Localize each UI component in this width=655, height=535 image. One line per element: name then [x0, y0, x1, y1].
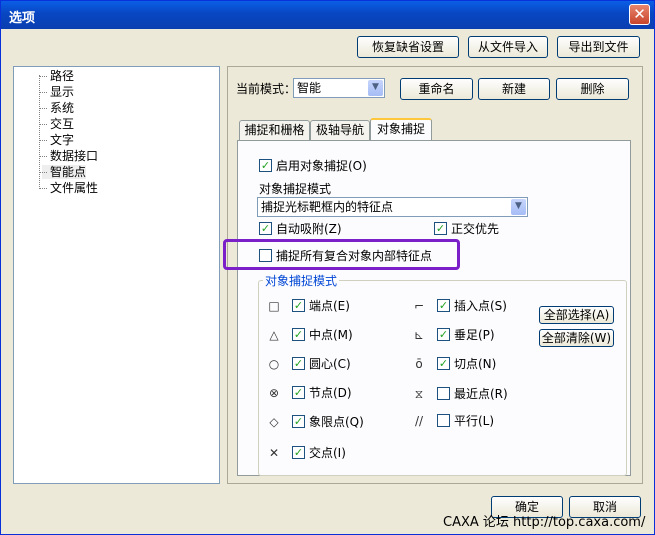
insert-checkbox[interactable]: ✓ 插入点(S) — [437, 299, 507, 315]
perpendicular-checkbox[interactable]: ✓ 垂足(P) — [437, 328, 495, 344]
parallel-check[interactable] — [437, 414, 450, 427]
select-all-button[interactable]: 全部选择(A) — [539, 306, 614, 324]
ortho-priority-checkbox[interactable]: ✓ 正交优先 — [434, 222, 499, 238]
center-icon: ○ — [268, 357, 280, 371]
center-check[interactable]: ✓ — [292, 357, 305, 370]
parallel-icon: // — [414, 414, 424, 428]
midpoint-checkbox[interactable]: ✓ 中点(M) — [292, 328, 353, 344]
tree-item-path[interactable]: 路径 — [38, 68, 74, 84]
snap-mode-select[interactable]: 捕捉光标靶框内的特征点 ▼ — [257, 197, 528, 217]
category-tree: 路径 显示 系统 交互 文字 数据接口 智能点 文件属性 — [13, 66, 220, 484]
parallel-checkbox[interactable]: 平行(L) — [437, 414, 494, 430]
node-checkbox[interactable]: ✓ 节点(D) — [292, 386, 352, 402]
window-title: 选项 — [9, 11, 36, 26]
snap-modes-group-title: 对象捕捉模式 — [263, 272, 340, 289]
perpendicular-check[interactable]: ✓ — [437, 328, 450, 341]
quadrant-check[interactable]: ✓ — [292, 415, 305, 428]
tree-item-smart-point[interactable]: 智能点 — [38, 164, 87, 180]
snap-mode-value: 捕捉光标靶框内的特征点 — [261, 200, 394, 214]
annotation-highlight — [223, 239, 460, 270]
chevron-down-icon[interactable]: ▼ — [511, 199, 526, 215]
new-button[interactable]: 新建 — [478, 78, 550, 100]
node-icon: ⊗ — [268, 386, 280, 400]
close-button[interactable]: ✕ — [629, 4, 650, 25]
current-mode-select[interactable]: 智能 ▼ — [293, 78, 385, 98]
restore-defaults-button[interactable]: 恢复缺省设置 — [357, 36, 459, 58]
clear-all-button[interactable]: 全部清除(W) — [539, 329, 614, 347]
endpoint-checkbox[interactable]: ✓ 端点(E) — [292, 299, 350, 315]
snap-mode-label: 对象捕捉模式 — [259, 182, 332, 196]
perpendicular-icon: ⊾ — [413, 328, 425, 342]
insert-icon: ⌐ — [413, 299, 425, 313]
enable-object-snap-check[interactable]: ✓ — [259, 159, 272, 172]
intersection-checkbox[interactable]: ✓ 交点(I) — [292, 446, 346, 462]
rename-button[interactable]: 重命名 — [400, 78, 473, 100]
current-mode-label: 当前模式： — [236, 82, 297, 96]
tree-item-interaction[interactable]: 交互 — [38, 116, 74, 132]
tree-item-file-properties[interactable]: 文件属性 — [38, 180, 98, 196]
tree-item-data-interface[interactable]: 数据接口 — [38, 148, 98, 164]
enable-object-snap-checkbox[interactable]: ✓ 启用对象捕捉(O) — [259, 159, 367, 175]
auto-adsorb-check[interactable]: ✓ — [259, 222, 272, 235]
current-mode-value: 智能 — [297, 81, 322, 95]
tangent-icon: ō — [415, 357, 423, 371]
tab-snap-grid[interactable]: 捕捉和栅格 — [239, 120, 310, 140]
export-to-file-button[interactable]: 导出到文件 — [557, 36, 640, 58]
tangent-check[interactable]: ✓ — [437, 357, 450, 370]
center-checkbox[interactable]: ✓ 圆心(C) — [292, 357, 351, 373]
insert-check[interactable]: ✓ — [437, 299, 450, 312]
intersection-check[interactable]: ✓ — [292, 446, 305, 459]
tree-item-text[interactable]: 文字 — [38, 132, 74, 148]
node-check[interactable]: ✓ — [292, 386, 305, 399]
tab-polar-navigation[interactable]: 极轴导航 — [310, 120, 370, 140]
tangent-checkbox[interactable]: ✓ 切点(N) — [437, 357, 496, 373]
quadrant-icon: ◇ — [269, 415, 279, 429]
nearest-check[interactable] — [437, 387, 450, 400]
tab-object-snap[interactable]: 对象捕捉 — [370, 118, 432, 140]
tree-item-system[interactable]: 系统 — [38, 100, 74, 116]
close-icon: ✕ — [633, 5, 646, 23]
import-from-file-button[interactable]: 从文件导入 — [468, 36, 548, 58]
chevron-down-icon[interactable]: ▼ — [368, 80, 383, 96]
nearest-checkbox[interactable]: 最近点(R) — [437, 387, 508, 403]
title-bar[interactable]: 选项 ✕ — [1, 1, 654, 29]
endpoint-icon: □ — [268, 299, 280, 313]
options-dialog: 选项 ✕ 恢复缺省设置 从文件导入 导出到文件 路径 显示 系统 交互 文字 数… — [0, 0, 655, 535]
midpoint-icon: △ — [269, 328, 279, 342]
delete-button[interactable]: 删除 — [556, 78, 629, 100]
midpoint-check[interactable]: ✓ — [292, 328, 305, 341]
ortho-priority-check[interactable]: ✓ — [434, 222, 447, 235]
nearest-icon: ⧖ — [414, 387, 424, 401]
forum-watermark: CAXA 论坛 http://top.caxa.com/ — [443, 515, 646, 530]
auto-adsorb-checkbox[interactable]: ✓ 自动吸附(Z) — [259, 222, 342, 238]
quadrant-checkbox[interactable]: ✓ 象限点(Q) — [292, 415, 364, 431]
intersection-icon: ✕ — [268, 446, 280, 460]
tree-item-display[interactable]: 显示 — [38, 84, 74, 100]
endpoint-check[interactable]: ✓ — [292, 299, 305, 312]
